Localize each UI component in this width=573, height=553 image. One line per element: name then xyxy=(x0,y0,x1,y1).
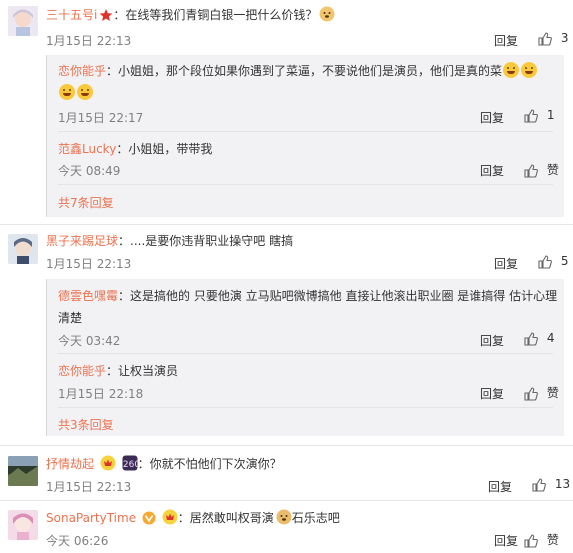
avatar[interactable] xyxy=(8,456,38,486)
reply-line: 范鑫Lucky：小姐姐，带带我 xyxy=(58,140,212,157)
vip-badge-icon xyxy=(100,455,116,471)
thumbs-up-icon xyxy=(524,163,538,178)
like-button[interactable]: 13 xyxy=(532,477,570,492)
view-more-replies-link[interactable]: 共7条回复 xyxy=(58,194,114,211)
comment-text: ：....是要你违背职业操守吧 瞎搞 xyxy=(118,234,294,248)
thumbs-up-icon xyxy=(524,108,538,123)
reply-text: ：小姐姐，那个段位如果你遇到了菜逼，不要说他们是演员，他们是真的菜 xyxy=(106,64,503,78)
thumbs-up-icon xyxy=(532,477,546,492)
comment-line: 三十五号i ：在线等我们青铜白银一把什么价钱？ xyxy=(46,6,335,23)
vip-badge-icon xyxy=(162,509,178,525)
like-button[interactable]: 4 xyxy=(524,331,554,346)
laugh-cry-emoji xyxy=(503,62,520,78)
divider xyxy=(58,131,553,132)
emoji-row xyxy=(58,84,94,100)
reply-button[interactable]: 回复 xyxy=(480,332,504,349)
thumbs-up-icon xyxy=(538,31,552,46)
reply-thread xyxy=(46,55,564,217)
reply-button[interactable]: 回复 xyxy=(494,255,518,272)
divider xyxy=(0,445,573,446)
like-count: 13 xyxy=(554,477,571,491)
like-count: 3 xyxy=(560,31,569,45)
reply-button[interactable]: 回复 xyxy=(488,478,512,495)
avatar[interactable] xyxy=(8,6,38,36)
fan-badge-icon: \u2605 xyxy=(122,455,138,471)
like-count: 赞 xyxy=(546,386,559,400)
like-count: 赞 xyxy=(546,533,559,547)
avatar[interactable] xyxy=(8,234,38,264)
like-button[interactable]: 赞 xyxy=(524,384,559,401)
comment-text: ：在线等我们青铜白银一把什么价钱？ xyxy=(113,8,318,22)
comment-line: SonaPartyTime ：居然敢叫权哥演 石乐志吧 xyxy=(46,509,340,526)
comment-time: 今天 06:26 xyxy=(46,534,109,548)
avatar-image xyxy=(8,456,38,486)
thumbs-up-icon xyxy=(538,254,552,269)
divider xyxy=(0,500,573,501)
reply-time: 今天 03:42 xyxy=(58,334,121,348)
reply-line: 恋你能乎：小姐姐，那个段位如果你遇到了菜逼，不要说他们是演员，他们是真的菜 xyxy=(58,62,538,79)
comment-text: ：居然敢叫权哥演 xyxy=(177,511,274,525)
comment-time: 1月15日 22:13 xyxy=(46,34,132,48)
like-button[interactable]: 赞 xyxy=(524,161,559,178)
reply-time: 今天 08:49 xyxy=(58,164,121,178)
reply-username-link[interactable]: 德雲色嘿霉 xyxy=(58,289,118,303)
comment-line: 抒情劫起 \u2605：你就不怕他们下次演你？ xyxy=(46,455,282,472)
thumbs-up-icon xyxy=(524,533,538,548)
like-button[interactable]: 1 xyxy=(524,108,554,123)
laugh-cry-emoji xyxy=(77,84,93,100)
comment-text-tail: 石乐志吧 xyxy=(291,511,340,525)
reply-button[interactable]: 回复 xyxy=(494,32,518,49)
like-count: 4 xyxy=(546,331,555,345)
divider xyxy=(58,353,553,354)
avatar-image xyxy=(8,6,38,36)
like-button[interactable]: 赞 xyxy=(524,531,559,548)
like-count: 1 xyxy=(546,108,555,122)
like-button[interactable]: 5 xyxy=(538,254,568,269)
comment-time: 1月15日 22:13 xyxy=(46,480,132,494)
reply-time: 1月15日 22:18 xyxy=(58,387,144,401)
divider xyxy=(58,184,553,185)
svg-text:\u2605: \u2605 xyxy=(122,460,138,470)
doge-emoji xyxy=(319,6,335,22)
reply-button[interactable]: 回复 xyxy=(480,385,504,402)
verified-v-icon xyxy=(142,511,156,525)
like-count: 5 xyxy=(560,254,569,268)
thumbs-up-icon xyxy=(524,386,538,401)
comment-line: 黑子来踢足球：....是要你违背职业操守吧 瞎搞 xyxy=(46,232,293,249)
avatar-image xyxy=(8,234,38,264)
reply-button[interactable]: 回复 xyxy=(480,162,504,179)
star-badge-icon xyxy=(100,9,113,21)
username-link[interactable]: SonaPartyTime xyxy=(46,511,136,525)
avatar-image xyxy=(8,510,38,540)
divider xyxy=(58,407,553,408)
reply-text: ：让权当演员 xyxy=(106,364,179,378)
reply-line: 恋你能乎：让权当演员 xyxy=(58,362,178,379)
divider xyxy=(0,224,573,225)
reply-button[interactable]: 回复 xyxy=(480,109,504,126)
thumbs-up-icon xyxy=(524,331,538,346)
reply-username-link[interactable]: 范鑫Lucky xyxy=(58,142,116,156)
laugh-cry-emoji xyxy=(521,62,538,78)
like-count: 赞 xyxy=(546,163,559,177)
username-link[interactable]: 抒情劫起 xyxy=(46,457,94,471)
laugh-cry-emoji xyxy=(59,84,75,100)
reply-text: ：小姐姐，带带我 xyxy=(116,142,213,156)
reply-username-link[interactable]: 恋你能乎 xyxy=(58,364,106,378)
comment-time: 1月15日 22:13 xyxy=(46,257,132,271)
username-link[interactable]: 三十五号i xyxy=(46,8,97,22)
view-more-replies-link[interactable]: 共3条回复 xyxy=(58,416,114,433)
doge-emoji xyxy=(276,509,292,525)
comment-text: ：你就不怕他们下次演你？ xyxy=(137,457,282,471)
reply-username-link[interactable]: 恋你能乎 xyxy=(58,64,106,78)
reply-button[interactable]: 回复 xyxy=(494,532,518,549)
like-button[interactable]: 3 xyxy=(538,31,568,46)
reply-text-continued: 清楚 xyxy=(58,311,83,325)
reply-time: 1月15日 22:17 xyxy=(58,111,144,125)
reply-line: 德雲色嘿霉：这是搞他的 只要他演 立马贴吧微博搞他 直接让他滚出职业圈 是谁搞得… xyxy=(58,287,557,304)
username-link[interactable]: 黑子来踢足球 xyxy=(46,234,118,248)
reply-text: ：这是搞他的 只要他演 立马贴吧微博搞他 直接让他滚出职业圈 是谁搞得 估计心理 xyxy=(118,289,558,303)
avatar[interactable] xyxy=(8,510,38,540)
